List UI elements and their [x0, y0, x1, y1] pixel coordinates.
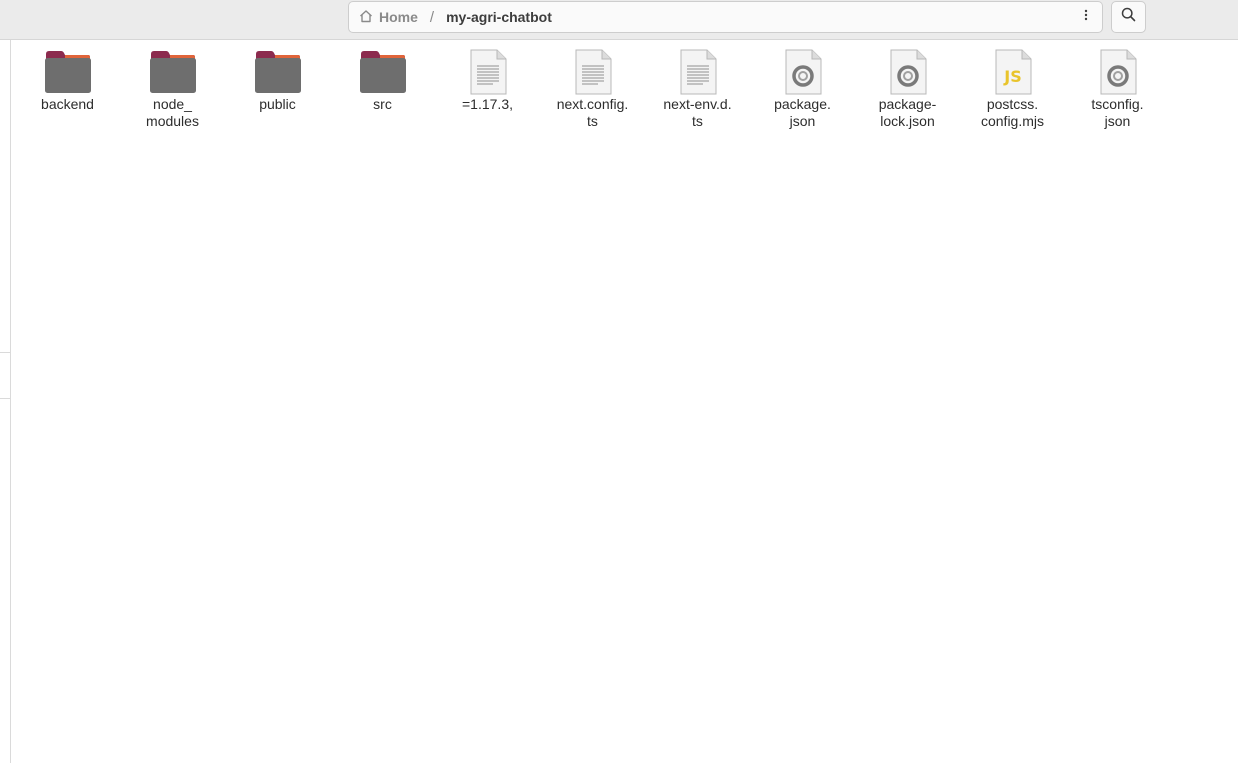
file-name: public	[259, 96, 296, 112]
sidebar-edge[interactable]	[0, 40, 11, 763]
file-name: node_ modules	[146, 96, 199, 129]
vertical-dots-icon	[1084, 8, 1088, 26]
file-item-node-modules[interactable]: node_ modules	[120, 48, 225, 130]
header-bar: Home / my-agri-chatbot	[0, 0, 1238, 40]
folder-icon	[253, 48, 303, 96]
path-bar: Home / my-agri-chatbot	[348, 1, 1071, 33]
text-file-icon	[568, 48, 618, 96]
svg-text:JS: JS	[1003, 67, 1021, 86]
json-file-icon	[1093, 48, 1143, 96]
breadcrumb-home-label: Home	[379, 9, 418, 25]
text-file-icon	[463, 48, 513, 96]
file-name: package-lock.json	[878, 96, 937, 129]
folder-icon	[43, 48, 93, 96]
file-item-postcss-config[interactable]: JS postcss. config.mjs	[960, 48, 1065, 130]
home-icon	[359, 9, 379, 26]
file-item-public[interactable]: public	[225, 48, 330, 130]
javascript-file-icon: JS	[988, 48, 1038, 96]
search-icon	[1121, 7, 1136, 27]
folder-icon	[358, 48, 408, 96]
file-item-backend[interactable]: backend	[15, 48, 120, 130]
sidebar-divider	[0, 398, 11, 399]
file-item-src[interactable]: src	[330, 48, 435, 130]
file-item-tsconfig[interactable]: tsconfig. json	[1065, 48, 1170, 130]
file-grid: backend node_ modules public src =1.17.3…	[15, 48, 1170, 130]
json-file-icon	[883, 48, 933, 96]
breadcrumb-home[interactable]: Home	[359, 9, 418, 26]
search-button[interactable]	[1111, 1, 1146, 33]
file-name: tsconfig. json	[1091, 96, 1144, 129]
file-item-package-lock[interactable]: package-lock.json	[855, 48, 960, 130]
file-name: postcss. config.mjs	[980, 96, 1045, 129]
file-item-next-config[interactable]: next.config. ts	[540, 48, 645, 130]
file-item-next-env[interactable]: next-env.d. ts	[645, 48, 750, 130]
file-name: next-env.d. ts	[663, 96, 732, 129]
file-name: next.config. ts	[556, 96, 629, 129]
file-name: src	[373, 96, 392, 112]
file-name: =1.17.3,	[462, 96, 513, 112]
text-file-icon	[673, 48, 723, 96]
breadcrumb-separator: /	[429, 8, 435, 26]
sidebar-divider	[0, 352, 11, 353]
file-item-version-text[interactable]: =1.17.3,	[435, 48, 540, 130]
file-name: backend	[41, 96, 94, 112]
menu-button[interactable]	[1070, 1, 1103, 33]
folder-icon	[148, 48, 198, 96]
file-name: package. json	[774, 96, 831, 129]
file-item-package-json[interactable]: package. json	[750, 48, 855, 130]
json-file-icon	[778, 48, 828, 96]
breadcrumb-current-folder[interactable]: my-agri-chatbot	[446, 9, 552, 25]
